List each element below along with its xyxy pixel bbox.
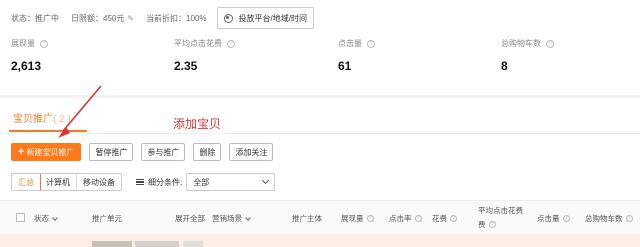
status-bar: 状态：推广中 日限额：450元 ✎ 当前折扣：100% 投放平台/地域/时间	[11, 6, 314, 30]
platform-button-label: 投放平台/地域/时间	[238, 13, 307, 23]
daily-budget-text: 日限额：450元	[71, 13, 125, 23]
new-promotion-label: 新建宝贝推广	[26, 147, 75, 157]
platform-region-time-button[interactable]: 投放平台/地域/时间	[216, 7, 314, 29]
segment-computer[interactable]: 计算机	[40, 174, 77, 190]
product-thumbnail	[183, 241, 203, 247]
col-carts[interactable]: 总购物车数?	[585, 213, 633, 224]
metrics-row: 展现量? 2,613 平均点击花费? 2.35 点击量? 61 总购物车数? 8	[11, 38, 631, 78]
col-scene[interactable]: 营销场景	[212, 213, 251, 224]
col-status-label: 状态	[34, 214, 49, 223]
help-icon[interactable]: ?	[40, 39, 48, 48]
metric-value: 2,613	[11, 59, 42, 73]
help-icon[interactable]: ?	[546, 39, 554, 48]
col-ctr-label: 点击率	[389, 214, 412, 223]
plus-icon: +	[18, 146, 25, 158]
tab-label: 宝贝推广	[13, 114, 53, 125]
metric-carts: 总购物车数? 8	[501, 38, 554, 73]
metric-impressions: 展现量? 2,613	[11, 38, 48, 73]
chevron-down-icon	[52, 214, 58, 221]
metric-value: 2.35	[174, 59, 198, 73]
help-icon[interactable]: ?	[227, 39, 235, 48]
help-icon[interactable]: ?	[625, 215, 633, 222]
edit-pencil-icon[interactable]: ✎	[127, 14, 134, 23]
col-unit: 推广单元	[92, 214, 122, 223]
list-icon	[136, 177, 144, 187]
col-scene-label: 营销场景	[212, 214, 242, 223]
gear-icon	[223, 13, 233, 23]
col-status[interactable]: 状态	[34, 213, 58, 224]
metric-value: 8	[501, 59, 508, 73]
condition-label: 细分条件:	[136, 177, 182, 188]
help-icon[interactable]: ?	[562, 215, 570, 222]
pause-button[interactable]: 暂停推广	[89, 143, 134, 161]
col-avg-cpc[interactable]: 平均点击花费 费?	[478, 205, 523, 230]
condition-select-value: 全部	[193, 177, 210, 187]
metric-label: 点击量	[338, 39, 362, 48]
product-thumbnail	[135, 241, 179, 247]
metric-label: 平均点击花费	[174, 39, 222, 48]
daily-budget: 日限额：450元 ✎	[71, 13, 134, 24]
help-icon[interactable]: ?	[366, 215, 374, 222]
delete-button[interactable]: 删除	[193, 143, 222, 161]
col-cost[interactable]: 花费?	[432, 213, 457, 224]
col-impressions[interactable]: 展现量?	[341, 213, 374, 224]
chevron-down-icon	[262, 176, 270, 185]
metric-label: 总购物车数	[501, 39, 541, 48]
col-cost-label: 花费	[432, 214, 447, 223]
col-subject: 推广主体	[292, 214, 322, 223]
new-promotion-button[interactable]: + 新建宝贝推广	[11, 143, 82, 161]
device-segment: 汇总 计算机 移动设备	[11, 173, 122, 191]
tab-item-promotion[interactable]: 宝贝推广( 2 )	[13, 110, 71, 125]
help-icon[interactable]: ?	[450, 215, 457, 222]
filter-row: 汇总 计算机 移动设备 细分条件: 全部	[11, 172, 276, 192]
tab-count: ( 2 )	[53, 114, 71, 125]
tab-active-indicator	[9, 130, 87, 132]
col-clicks-label: 点击量	[537, 214, 560, 223]
annotation-text: 添加宝贝	[173, 117, 222, 131]
product-thumbnail	[92, 241, 132, 247]
join-button[interactable]: 参与推广	[141, 143, 186, 161]
col-clicks[interactable]: 点击量?	[537, 213, 570, 224]
col-ctr[interactable]: 点击率?	[389, 213, 422, 224]
action-toolbar: + 新建宝贝推广 暂停推广 参与推广 删除 添加关注	[11, 143, 281, 163]
table-header: 状态 推广单元 展开全部 营销场景 推广主体 展现量? 点击率? 花费? 平均点…	[0, 200, 640, 234]
help-icon[interactable]: ?	[414, 215, 422, 222]
segment-mobile[interactable]: 移动设备	[77, 174, 121, 190]
add-follow-button[interactable]: 添加关注	[229, 143, 274, 161]
select-all-checkbox[interactable]	[16, 213, 25, 222]
chevron-down-icon	[245, 214, 251, 221]
help-icon[interactable]: ?	[367, 39, 375, 48]
metric-value: 61	[338, 59, 352, 73]
condition-select[interactable]: 全部	[186, 173, 276, 191]
col-avg-cpc-label: 平均点击花费	[478, 206, 523, 215]
help-icon[interactable]: ?	[488, 221, 496, 228]
segment-summary[interactable]: 汇总	[12, 174, 41, 190]
condition-label-text: 细分条件:	[148, 177, 183, 187]
discount-text: 当前折扣：100%	[146, 13, 207, 23]
summary-panel: 状态：推广中 日限额：450元 ✎ 当前折扣：100% 投放平台/地域/时间 展现…	[0, 0, 640, 95]
col-avg-cpc-label-2: 费	[478, 220, 486, 229]
tab-bar: 宝贝推广( 2 )	[0, 98, 640, 134]
col-carts-label: 总购物车数	[585, 214, 623, 223]
metric-avg-cpc: 平均点击花费? 2.35	[174, 38, 235, 73]
metric-clicks: 点击量? 61	[338, 38, 375, 73]
status-text: 状态：推广中	[11, 13, 59, 23]
col-impressions-label: 展现量	[341, 214, 364, 223]
expand-all-link[interactable]: 展开全部	[175, 213, 205, 224]
metric-label: 展现量	[11, 39, 35, 48]
